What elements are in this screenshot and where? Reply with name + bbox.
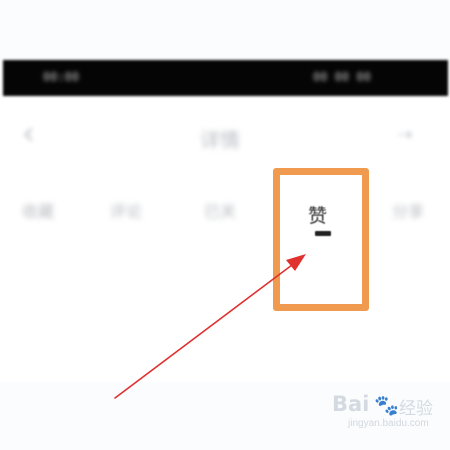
action-bar: 收藏 评论 已关 分享 xyxy=(0,190,450,230)
baidu-jingyan-watermark: Bai 🐾 经验 jingyan.baidu.com xyxy=(332,392,444,434)
screenshot-canvas: 00:00 00 00 00 ‹ 详情 ⇢ 收藏 评论 已关 分享 赞 Bai … xyxy=(0,0,450,450)
app-screen: 00:00 00 00 00 ‹ 详情 ⇢ 收藏 评论 已关 分享 xyxy=(0,60,450,382)
chevron-left-icon[interactable]: ‹ xyxy=(22,117,35,149)
like-label: 赞 xyxy=(308,205,328,227)
status-bar: 00:00 00 00 00 xyxy=(3,60,448,96)
page-title: 详情 xyxy=(200,128,240,152)
navigation-bar: ‹ 详情 ⇢ xyxy=(0,112,450,160)
watermark-brand: Bai xyxy=(332,392,370,416)
like-count-indicator xyxy=(315,231,331,236)
watermark-url: jingyan.baidu.com xyxy=(348,418,429,429)
like-button[interactable]: 赞 xyxy=(273,168,369,311)
comment-button[interactable]: 评论 xyxy=(110,198,142,222)
watermark-brand-cn: 经验 xyxy=(399,399,433,419)
status-time: 00:00 xyxy=(43,70,80,84)
status-icons: 00 00 00 xyxy=(313,70,371,84)
paw-logo-icon: 🐾 xyxy=(374,393,399,417)
share-button[interactable]: 分享 xyxy=(392,198,424,222)
share-icon[interactable]: ⇢ xyxy=(398,125,412,145)
follow-button[interactable]: 已关 xyxy=(204,198,236,222)
favorite-button[interactable]: 收藏 xyxy=(22,198,54,222)
